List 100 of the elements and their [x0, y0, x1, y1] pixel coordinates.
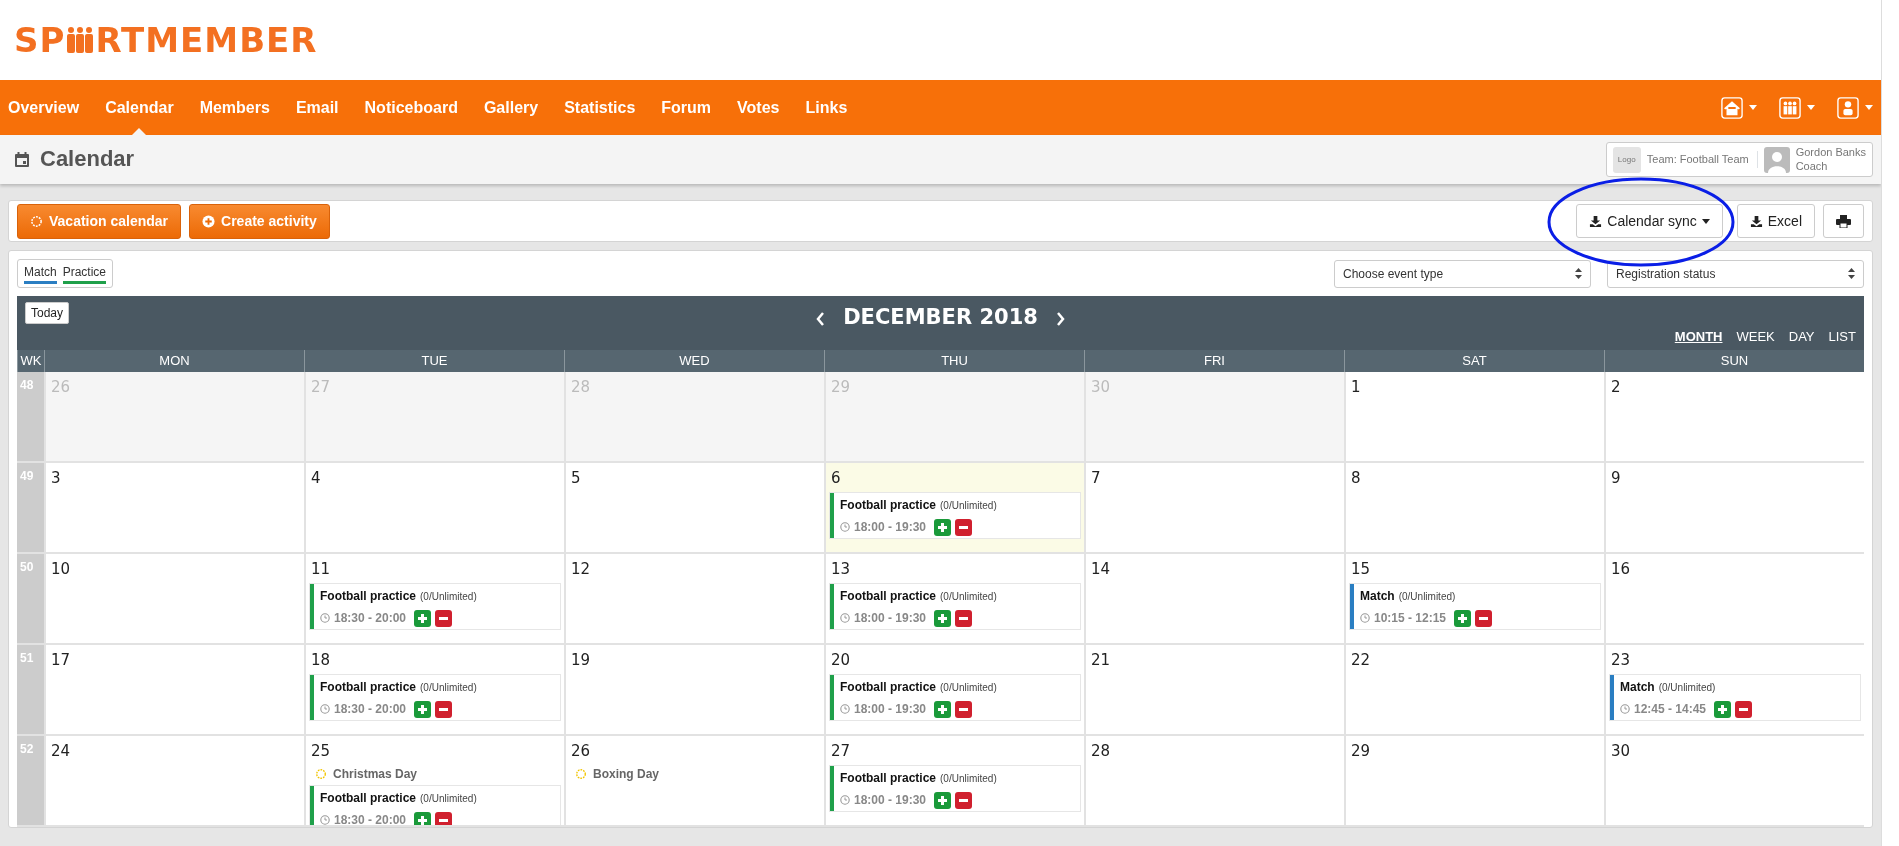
team-menu-button[interactable] — [1779, 96, 1815, 119]
unregister-button[interactable] — [1475, 609, 1493, 627]
day-cell[interactable]: 27 Football practice (0/Unlimited) 18:00 - 19:30 — [824, 736, 1084, 827]
event-card[interactable]: Football practice (0/Unlimited) 18:00 - 19:30 — [829, 764, 1081, 812]
view-tab[interactable]: WEEK — [1736, 326, 1775, 346]
day-cell[interactable]: 14 — [1084, 554, 1344, 645]
user-menu-button[interactable] — [1837, 96, 1873, 119]
select-field[interactable]: Choose event type — [1334, 259, 1591, 288]
day-cell[interactable]: 28 — [1084, 736, 1344, 827]
unregister-button[interactable] — [955, 700, 973, 718]
day-cell[interactable]: 6 Football practice (0/Unlimited) 18:00 - 19:30 — [824, 463, 1084, 554]
event-capacity: (0/Unlimited) — [940, 499, 997, 511]
event-time: 18:30 - 20:00 — [334, 610, 407, 627]
day-number: 25 — [311, 741, 331, 762]
day-cell[interactable]: 15 Match (0/Unlimited) 10:15 - 12:15 — [1344, 554, 1604, 645]
day-cell[interactable]: 29 — [1344, 736, 1604, 827]
caret-icon — [1749, 105, 1757, 110]
day-cell[interactable]: 3 — [44, 463, 304, 554]
day-cell[interactable]: 16 — [1604, 554, 1864, 645]
event-title: Match — [1360, 588, 1395, 603]
clock-icon — [1360, 613, 1370, 623]
view-tab[interactable]: DAY — [1788, 326, 1815, 346]
register-button[interactable] — [934, 791, 952, 809]
day-cell[interactable]: 26 Boxing Day — [564, 736, 824, 827]
select-field[interactable]: Registration status — [1607, 259, 1864, 288]
download-icon — [1589, 214, 1603, 228]
register-button[interactable] — [414, 700, 432, 718]
event-capacity: (0/Unlimited) — [420, 681, 477, 693]
day-number: 28 — [571, 377, 591, 398]
logo-label: Logo — [1617, 153, 1636, 166]
day-cell[interactable]: 24 — [44, 736, 304, 827]
day-cell[interactable]: 25 Christmas Day Football practice (0/Unlimited) 18:30 - 20:00 — [304, 736, 564, 827]
register-button[interactable] — [1714, 700, 1732, 718]
sun-icon — [315, 767, 327, 780]
day-number: 27 — [311, 377, 331, 398]
day-cell[interactable]: 20 Football practice (0/Unlimited) 18:00 - 19:30 — [824, 645, 1084, 736]
unregister-button[interactable] — [435, 609, 453, 627]
excel-button[interactable]: Excel — [1736, 204, 1815, 238]
register-button[interactable] — [414, 811, 432, 825]
day-number: 28 — [1091, 741, 1111, 762]
day-cell[interactable]: 19 — [564, 645, 824, 736]
day-cell[interactable]: 1 — [1344, 372, 1604, 463]
day-cell[interactable]: 21 — [1084, 645, 1344, 736]
sync-button[interactable]: Calendar sync — [1576, 204, 1723, 238]
event-card[interactable]: Football practice (0/Unlimited) 18:00 - 19:30 — [829, 582, 1081, 630]
unregister-button[interactable] — [955, 518, 973, 536]
day-number: 26 — [571, 741, 591, 762]
day-number: 22 — [1351, 650, 1371, 671]
day-cell[interactable]: 8 — [1344, 463, 1604, 554]
unregister-button[interactable] — [435, 811, 453, 825]
view-tab[interactable]: LIST — [1828, 326, 1856, 346]
clock-icon — [320, 613, 330, 623]
home-menu-button[interactable] — [1721, 96, 1757, 119]
day-number: 24 — [51, 741, 71, 762]
unregister-button[interactable] — [955, 609, 973, 627]
plus-circle-icon — [202, 214, 216, 228]
day-cell[interactable]: 30 — [1604, 736, 1864, 827]
register-button[interactable] — [934, 518, 952, 536]
event-card[interactable]: Football practice (0/Unlimited) 18:00 - 19:30 — [829, 673, 1081, 721]
register-button[interactable] — [414, 609, 432, 627]
plus-icon — [937, 794, 949, 806]
register-button[interactable] — [934, 609, 952, 627]
day-number: 8 — [1351, 468, 1361, 489]
event-card[interactable]: Football practice (0/Unlimited) 18:30 - 20:00 — [309, 582, 561, 630]
event-card[interactable]: Match (0/Unlimited) 10:15 - 12:15 — [1349, 582, 1601, 630]
register-button[interactable] — [934, 700, 952, 718]
unregister-button[interactable] — [435, 700, 453, 718]
day-cell[interactable]: 11 Football practice (0/Unlimited) 18:30 - 20:00 — [304, 554, 564, 645]
day-cell[interactable]: 22 — [1344, 645, 1604, 736]
sun-icon — [575, 767, 587, 780]
day-number: 19 — [571, 650, 591, 671]
day-cell[interactable]: 10 — [44, 554, 304, 645]
day-cell[interactable]: 17 — [44, 645, 304, 736]
unregister-button[interactable] — [955, 791, 973, 809]
event-time: 12:45 - 14:45 — [1634, 701, 1707, 718]
day-cell[interactable]: 7 — [1084, 463, 1344, 554]
event-card[interactable]: Football practice (0/Unlimited) 18:30 - 20:00 — [309, 784, 561, 825]
day-number: 12 — [571, 559, 591, 580]
day-cell[interactable]: 23 Match (0/Unlimited) 12:45 - 14:45 — [1604, 645, 1864, 736]
day-cell[interactable]: 2 — [1604, 372, 1864, 463]
holiday-label: Boxing Day — [593, 765, 659, 783]
day-number: 16 — [1611, 559, 1631, 580]
day-cell[interactable]: 4 — [304, 463, 564, 554]
view-tab[interactable]: MONTH — [1674, 326, 1723, 346]
day-cell[interactable]: 9 — [1604, 463, 1864, 554]
today-button[interactable]: Today — [25, 302, 70, 324]
day-cell[interactable]: 12 — [564, 554, 824, 645]
event-time: 10:15 - 12:15 — [1374, 610, 1447, 627]
day-cell[interactable]: 18 Football practice (0/Unlimited) 18:30 - 20:00 — [304, 645, 564, 736]
event-card[interactable]: Match (0/Unlimited) 12:45 - 14:45 — [1609, 673, 1861, 721]
print-button[interactable] — [1823, 204, 1864, 238]
caret-icon — [1807, 105, 1815, 110]
register-button[interactable] — [1454, 609, 1472, 627]
event-card[interactable]: Football practice (0/Unlimited) 18:00 - 19:30 — [829, 491, 1081, 539]
unregister-button[interactable] — [1735, 700, 1753, 718]
day-cell[interactable]: 13 Football practice (0/Unlimited) 18:00 - 19:30 — [824, 554, 1084, 645]
day-number: 26 — [51, 377, 71, 398]
day-number: 17 — [51, 650, 71, 671]
day-number: 7 — [1091, 468, 1101, 489]
event-card[interactable]: Football practice (0/Unlimited) 18:30 - 20:00 — [309, 673, 561, 721]
